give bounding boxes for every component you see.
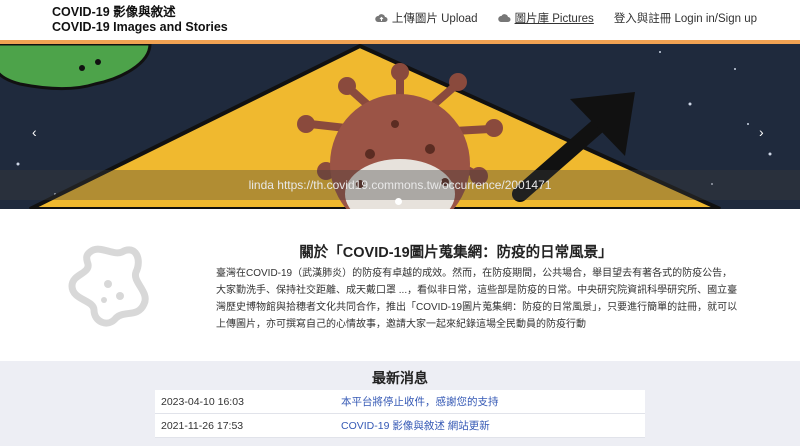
carousel-next-button[interactable]: ›	[759, 124, 764, 140]
news-link[interactable]: COVID-19 影像與敘述 網站更新	[341, 418, 490, 433]
news-link[interactable]: 本平台將停止收件，感謝您的支持	[341, 394, 499, 409]
carousel-caption[interactable]: linda https://th.covid19.commons.tw/occu…	[0, 178, 800, 192]
hero-carousel[interactable]: linda https://th.covid19.commons.tw/occu…	[0, 44, 800, 209]
news-section: 最新消息 2023-04-10 16:03 本平台將停止收件，感謝您的支持 20…	[0, 361, 800, 446]
nav-upload[interactable]: 上傳圖片 Upload	[375, 10, 478, 26]
carousel-prev-button[interactable]: ‹	[32, 124, 37, 140]
site-title-en[interactable]: COVID-19 Images and Stories	[52, 20, 228, 35]
news-date: 2023-04-10 16:03	[161, 395, 244, 408]
about-title: 關於「COVID-19圖片蒐集網：防疫的日常風景」	[299, 245, 613, 261]
news-title: 最新消息	[372, 370, 428, 386]
about-section: 關於「COVID-19圖片蒐集網：防疫的日常風景」 臺灣在COVID-19（武漢…	[0, 209, 800, 361]
news-list: 2023-04-10 16:03 本平台將停止收件，感謝您的支持 2021-11…	[155, 390, 645, 438]
cloud-upload-icon	[375, 13, 388, 22]
news-date: 2021-11-26 17:53	[161, 419, 244, 432]
news-item: 2021-11-26 17:53 COVID-19 影像與敘述 網站更新	[155, 414, 645, 438]
main-nav: 上傳圖片 Upload 圖片庫 Pictures 登入與註冊 Login in/…	[375, 10, 800, 26]
cloud-icon	[497, 13, 511, 22]
about-description: 臺灣在COVID-19（武漢肺炎）的防疫有卓越的成效。然而，在防疫期間，公共場合…	[216, 268, 738, 330]
news-item: 2023-04-10 16:03 本平台將停止收件，感謝您的支持	[155, 390, 645, 414]
site-header: COVID-19 影像與敘述 COVID-19 Images and Stori…	[0, 0, 800, 40]
nav-pictures-label[interactable]: 圖片庫 Pictures	[515, 10, 594, 26]
carousel-indicator-dot[interactable]	[395, 198, 402, 205]
site-title-zh[interactable]: COVID-19 影像與敘述	[52, 5, 228, 20]
nav-pictures[interactable]: 圖片庫 Pictures	[497, 10, 594, 26]
nav-login-label[interactable]: 登入與註冊 Login in/Sign up	[614, 10, 757, 26]
nav-upload-label[interactable]: 上傳圖片 Upload	[392, 10, 478, 26]
nav-login[interactable]: 登入與註冊 Login in/Sign up	[614, 10, 757, 26]
site-title[interactable]: COVID-19 影像與敘述 COVID-19 Images and Stori…	[52, 5, 228, 35]
